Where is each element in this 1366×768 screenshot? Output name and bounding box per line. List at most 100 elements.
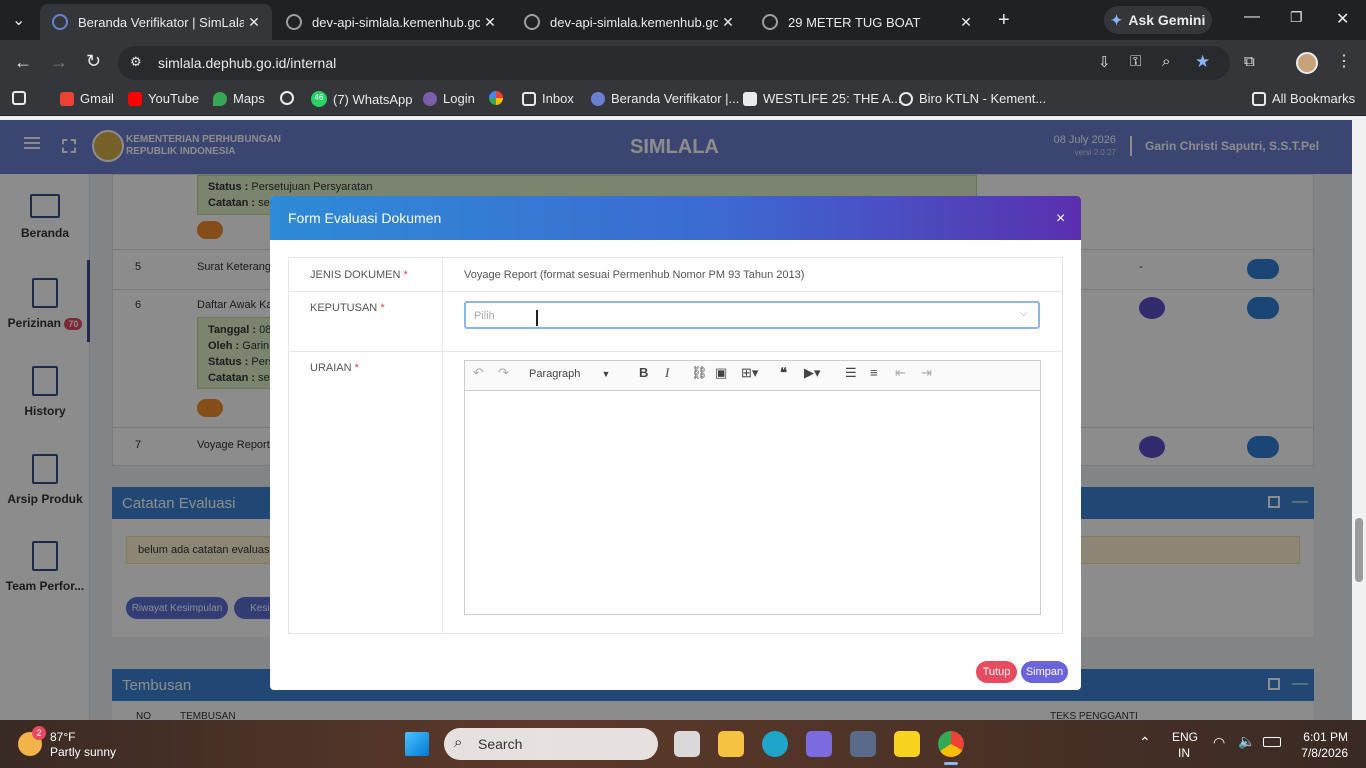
close-icon[interactable]: ✕: [956, 14, 976, 31]
chrome-icon[interactable]: [938, 731, 964, 757]
bookmark-inbox[interactable]: Inbox: [522, 91, 574, 106]
page-scrollbar[interactable]: [1352, 120, 1366, 720]
keputusan-select[interactable]: Pilih ⌵: [464, 301, 1040, 329]
start-windows-icon[interactable]: [405, 732, 429, 756]
wifi-icon[interactable]: ◠: [1213, 734, 1225, 751]
weather-widget[interactable]: 2 87°F Partly sunny: [16, 726, 136, 762]
outdent-icon[interactable]: ⇤: [895, 365, 906, 381]
redo-icon[interactable]: ↷: [498, 365, 509, 381]
bold-icon[interactable]: B: [639, 365, 648, 380]
chevron-down-icon: ▼: [601, 369, 611, 379]
form-border-right: [1062, 257, 1063, 634]
numbered-list-icon[interactable]: ≡: [870, 365, 878, 380]
install-app-icon[interactable]: ⇩: [1098, 53, 1111, 71]
restore-icon[interactable]: ❐: [1290, 9, 1303, 26]
jenis-dokumen-label: JENIS DOKUMEN *: [310, 269, 408, 281]
bookmark-westlife[interactable]: WESTLIFE 25: THE A...: [743, 91, 901, 106]
undo-icon[interactable]: ↶: [473, 365, 484, 381]
camera-icon[interactable]: [850, 731, 876, 757]
clock-date[interactable]: 7/8/2026: [1290, 746, 1348, 760]
input-indicator[interactable]: IN: [1178, 746, 1190, 760]
tab-search-icon[interactable]: ⌄: [12, 10, 25, 30]
reload-icon[interactable]: ↻: [86, 51, 101, 72]
media-embed-icon[interactable]: ▶▾: [804, 365, 821, 381]
bookmark-label: Beranda Verifikator |...: [611, 91, 740, 106]
scrollbar-thumb[interactable]: [1355, 518, 1363, 582]
bookmark-gmail[interactable]: Gmail: [60, 91, 114, 106]
language-indicator[interactable]: ENG: [1172, 730, 1198, 744]
weather-temp: 87°F: [50, 730, 76, 744]
clock-time[interactable]: 6:01 PM: [1290, 730, 1348, 744]
edge-icon[interactable]: [762, 731, 788, 757]
bookmark-photos[interactable]: [489, 91, 503, 105]
label-text: URAIAN: [310, 362, 352, 374]
extensions-icon[interactable]: ⧉: [1244, 53, 1255, 70]
table-icon[interactable]: ⊞▾: [741, 365, 758, 381]
close-icon[interactable]: ×: [1056, 210, 1065, 228]
required-mark: *: [380, 302, 385, 314]
chevron-down-icon: ⌵: [1020, 308, 1028, 319]
bookmark-login[interactable]: Login: [423, 91, 475, 106]
close-icon[interactable]: ✕: [718, 14, 738, 31]
ask-gemini-button[interactable]: ✦ Ask Gemini: [1104, 6, 1212, 34]
insert-image-icon[interactable]: ▣: [715, 365, 727, 381]
tab-3[interactable]: dev-api-simlala.kemenhub.go.id ✕: [512, 4, 746, 40]
url-text: simlala.dephub.go.id/internal: [158, 55, 337, 71]
back-icon[interactable]: ←: [14, 52, 32, 73]
zoom-icon[interactable]: ⌕: [1162, 53, 1170, 70]
inbox-icon: [522, 91, 536, 106]
globe-icon: [286, 14, 302, 30]
link-icon[interactable]: ⛓: [691, 365, 708, 381]
simpan-button[interactable]: Simpan: [1021, 661, 1068, 683]
all-bookmarks[interactable]: All Bookmarks: [1252, 91, 1355, 106]
blockquote-icon[interactable]: ❝: [780, 365, 787, 381]
close-icon[interactable]: ✕: [480, 14, 500, 31]
new-tab-icon[interactable]: +: [998, 9, 1010, 32]
bookmark-label: All Bookmarks: [1272, 91, 1356, 106]
close-icon[interactable]: ✕: [244, 14, 264, 31]
bookmark-beranda[interactable]: Beranda Verifikator |...: [591, 91, 739, 106]
label-text: JENIS DOKUMEN: [310, 269, 401, 281]
menu-dots-icon[interactable]: ⋮: [1336, 51, 1352, 71]
editor-content-area[interactable]: [465, 392, 1040, 614]
paragraph-dropdown[interactable]: Paragraph ▼: [529, 368, 610, 380]
browser-tabbar: ⌄ Beranda Verifikator | SimLala ✕ dev-ap…: [0, 0, 1366, 40]
forward-icon[interactable]: →: [50, 52, 68, 73]
bookmark-biro[interactable]: Biro KTLN - Kement...: [899, 91, 1046, 106]
address-bar[interactable]: ⚙ simlala.dephub.go.id/internal: [118, 46, 1230, 80]
minimize-icon[interactable]: —: [1244, 8, 1260, 26]
globe-icon: [524, 14, 540, 30]
bookmark-star-icon[interactable]: ★: [1195, 52, 1210, 72]
file-explorer-icon[interactable]: [718, 731, 744, 757]
apps-grid-icon[interactable]: [12, 91, 26, 105]
bookmark-label: Login: [443, 91, 475, 106]
profile-avatar[interactable]: [1296, 52, 1318, 74]
italic-icon[interactable]: I: [665, 365, 669, 381]
show-hidden-icons[interactable]: ⌃: [1139, 734, 1151, 751]
battery-icon[interactable]: [1263, 737, 1281, 747]
taskbar-search[interactable]: ⌕ Search: [444, 728, 658, 760]
window-close-icon[interactable]: ✕: [1336, 9, 1349, 29]
tab-4[interactable]: 29 METER TUG BOAT ✕: [750, 4, 984, 40]
password-key-icon[interactable]: ⚿: [1130, 53, 1141, 70]
tab-2[interactable]: dev-api-simlala.kemenhub.go.id ✕: [274, 4, 508, 40]
bookmark-maps[interactable]: Maps: [213, 91, 265, 106]
required-mark: *: [403, 269, 408, 281]
task-view-icon[interactable]: [674, 731, 700, 757]
form-column-divider: [442, 257, 443, 634]
indent-icon[interactable]: ⇥: [921, 365, 932, 381]
tutup-button[interactable]: Tutup: [976, 661, 1017, 683]
volume-icon[interactable]: 🔈: [1238, 733, 1255, 750]
bookmark-youtube[interactable]: YouTube: [128, 91, 199, 106]
bookmark-whatsapp[interactable]: 46 (7) WhatsApp: [311, 91, 412, 107]
copilot-icon[interactable]: [806, 731, 832, 757]
bulleted-list-icon[interactable]: ☰: [845, 365, 857, 381]
tab-title: dev-api-simlala.kemenhub.go.id: [550, 14, 718, 30]
table-icon: [743, 91, 757, 106]
gemini-icon: ✦: [1110, 11, 1123, 28]
sticky-notes-icon[interactable]: [894, 731, 920, 757]
tab-1[interactable]: Beranda Verifikator | SimLala ✕: [40, 4, 272, 40]
site-info-icon[interactable]: ⚙: [130, 54, 142, 70]
bookmark-globe[interactable]: [280, 91, 294, 105]
login-icon: [423, 91, 437, 106]
